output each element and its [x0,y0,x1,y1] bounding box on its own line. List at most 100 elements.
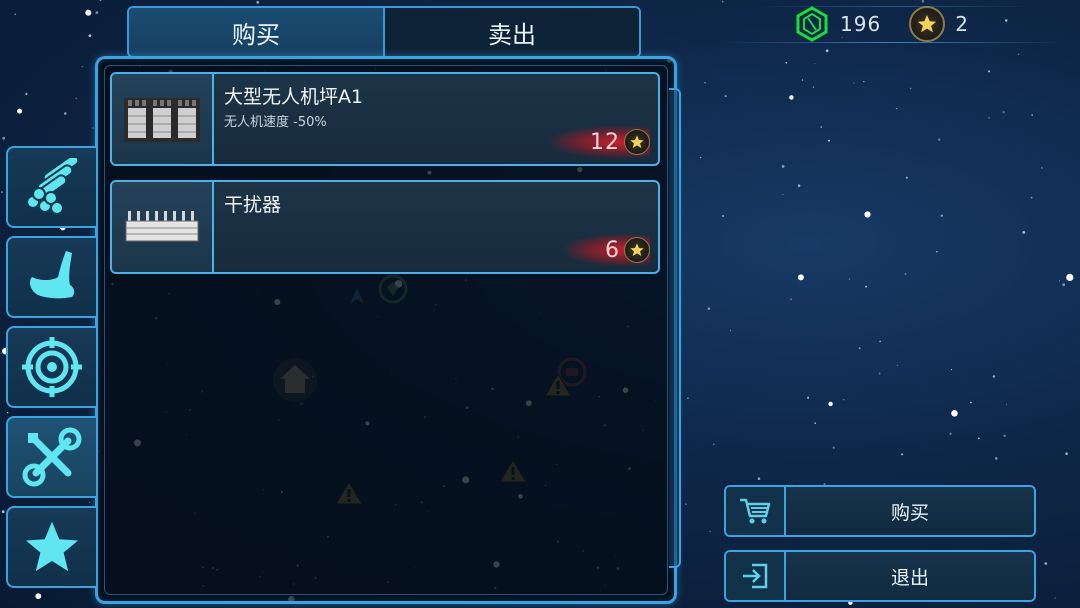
star-dot [987,70,991,73]
price-tag: 6 [565,234,650,266]
star-dot [75,97,77,99]
star-dot [64,112,67,115]
star-dot [812,86,815,88]
category-target[interactable] [6,326,96,408]
star-dot [994,457,998,460]
star-dot [1017,53,1020,56]
star-dot [1059,280,1061,282]
category-claw[interactable] [6,236,96,318]
category-star[interactable] [6,506,96,588]
star-coin-icon [909,6,946,42]
star-dot [722,215,724,217]
currency-bar: 196 2 [724,4,1064,44]
star-dot [1066,273,1074,281]
exit-icon-box [726,552,786,600]
star-dot [940,214,943,217]
star-dot [865,285,868,288]
star-dot [2,136,6,140]
star-dot [707,307,711,311]
star-dot [1062,283,1066,287]
target-icon [22,337,82,397]
star-icon [25,521,79,572]
star-dot [797,184,801,187]
claw-icon [30,251,75,299]
star-dot [895,107,898,110]
star-dot [1030,196,1033,199]
star-dot [970,401,972,404]
star-dot [950,368,953,371]
star-dot [949,432,952,435]
star-dot [814,63,816,64]
star-dot [85,9,92,16]
category-tools[interactable] [6,416,96,498]
buy-button-label: 购买 [786,487,1034,535]
star-dot [853,82,855,84]
star-dot [1031,114,1034,116]
star-dot [14,13,16,15]
star-dot [1044,562,1048,565]
exit-icon [743,563,768,589]
star-count: 2 [955,12,969,36]
star-dot [92,127,94,129]
star-dot [25,92,28,95]
exit-button-label: 退出 [786,552,1034,600]
star-dot [781,165,785,168]
star-dot [1,191,3,193]
gem-count: 196 [840,12,882,36]
star-dot [95,11,99,15]
tools-icon [22,427,82,487]
price-value: 12 [590,129,620,155]
star-dot [797,274,804,281]
drone-pad-icon [124,98,200,142]
star-dot [896,364,898,366]
star-dot [99,0,102,1]
star-dot [938,138,941,141]
shop-tabs: 购买 卖出 [127,6,641,58]
exit-button[interactable]: 退出 [724,550,1036,602]
star-dot [782,194,784,195]
star-dot [988,117,990,119]
star-dot [685,503,687,506]
buy-button[interactable]: 购买 [724,485,1036,537]
star-dot [878,372,881,375]
star-dot [807,396,810,399]
panel-scroll-rail[interactable] [669,88,681,568]
star-dot [709,530,711,533]
star-dot [6,412,9,414]
star-dot [879,340,881,343]
star-dot [89,501,91,503]
tab-sell[interactable]: 卖出 [383,8,639,56]
star-dot [0,352,2,354]
star-dot [921,0,925,3]
star-dot [863,81,865,83]
item-icon-box [112,182,214,272]
star-dot [951,410,958,417]
star-dot [1006,403,1008,405]
pipes-icon [26,158,80,215]
star-dot [713,443,715,445]
star-dot [256,0,260,4]
star-dot [828,401,833,407]
star-dot [901,453,904,456]
item-name: 干扰器 [224,194,282,216]
star-dot [700,156,702,159]
star-dot [1022,231,1026,234]
star-dot [864,211,871,218]
star-dot [843,399,845,401]
cart-icon-box [726,487,786,535]
price-value: 6 [605,237,620,263]
shop-item-jammer[interactable]: 干扰器 6 [110,180,660,274]
star-dot [992,375,996,378]
star-dot [35,593,42,600]
star-dot [801,79,804,81]
star-dot [729,329,732,332]
shop-item-drone-pad[interactable]: 大型无人机坪A1 无人机速度 -50% 12 [110,72,660,166]
star-coin-icon [624,129,650,155]
tab-buy[interactable]: 购买 [129,8,383,56]
star-dot [1003,434,1006,437]
item-icon-box [112,74,214,164]
star-dot [825,49,829,53]
star-coin-icon [624,237,650,263]
star-dot [790,298,792,300]
category-pipes[interactable] [6,146,96,228]
